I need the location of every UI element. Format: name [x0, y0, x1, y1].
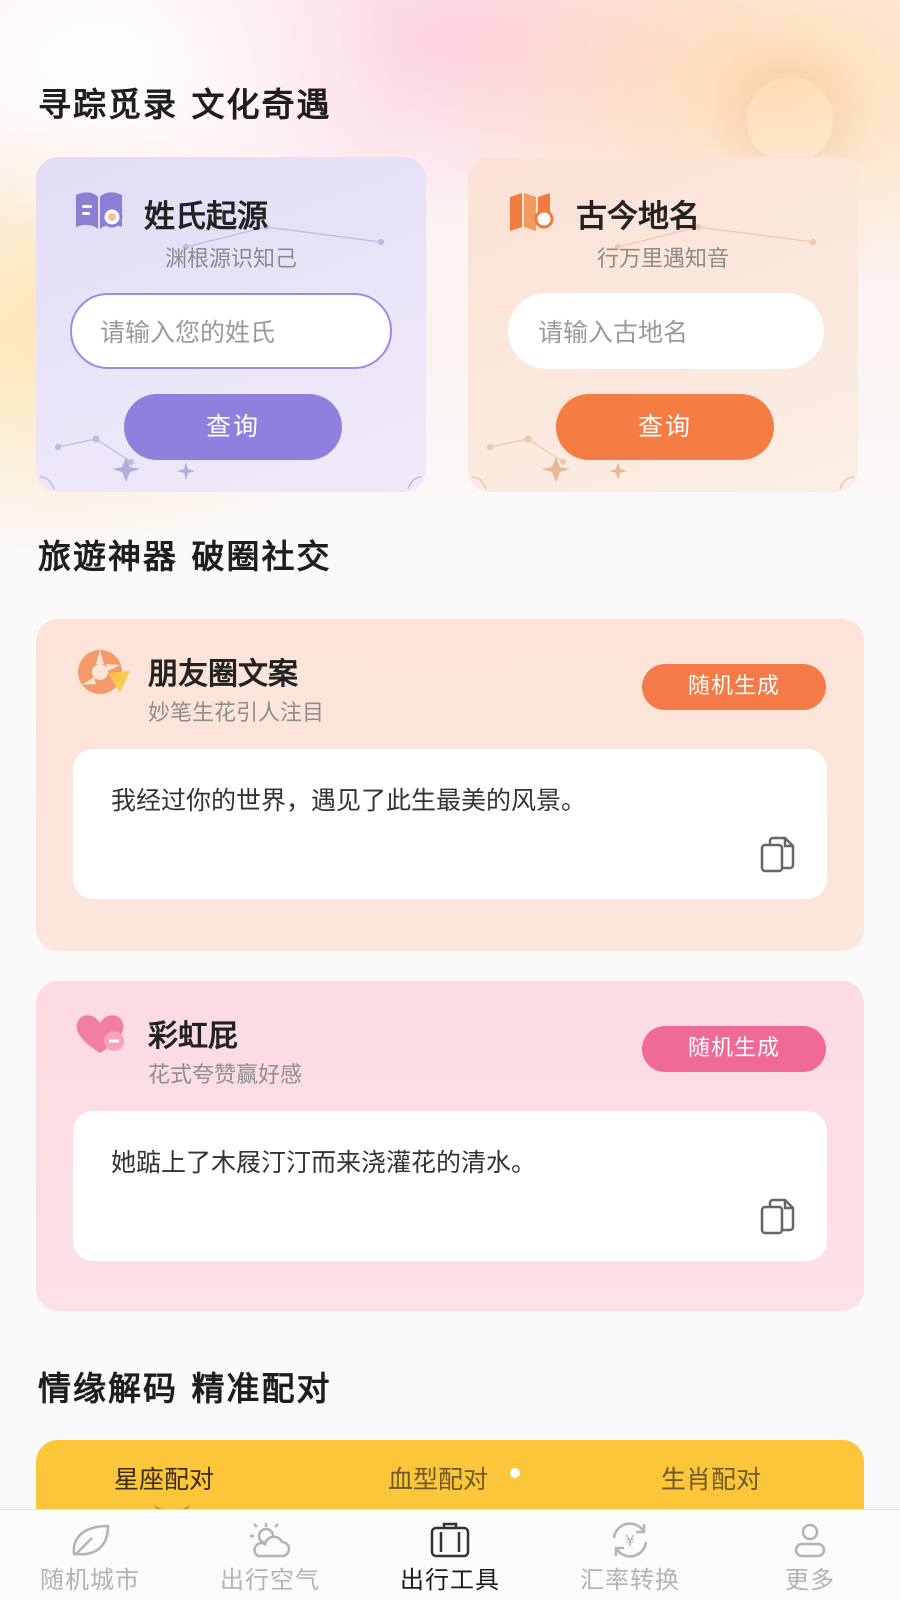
nav-label: 汇率转换	[580, 1566, 680, 1594]
place-card-subtitle: 行万里遇知音	[596, 247, 729, 272]
moments-text-box: 我经过你的世界，遇见了此生最美的风景。	[73, 749, 827, 899]
user-icon	[794, 1523, 826, 1558]
place-name-input[interactable]: 请输入古地名	[508, 293, 824, 369]
nav-exchange-rate[interactable]: ¥ 汇率转换	[540, 1510, 720, 1600]
heart-icon	[76, 1015, 124, 1053]
svg-text:¥: ¥	[625, 1532, 635, 1550]
nav-travel-tools[interactable]: 出行工具	[360, 1510, 540, 1600]
nav-label: 出行空气	[220, 1566, 320, 1594]
place-name-card: 古今地名 行万里遇知音 请输入古地名 查询	[468, 157, 858, 492]
culture-section-title: 寻踪觅录 文化奇遇	[38, 85, 332, 124]
tab-chinese-zodiac-match[interactable]: 生肖配对	[661, 1460, 761, 1496]
moments-copy-card: 朋友圈文案 妙笔生花引人注目 随机生成 我经过你的世界，遇见了此生最美的风景。	[36, 619, 864, 951]
compliment-text: 她踮上了木屐汀汀而来浇灌花的清水。	[111, 1148, 537, 1177]
map-search-icon	[510, 193, 554, 231]
bottom-navigation: 随机城市 出行空气 出行工具 ¥ 汇率转换 更多	[0, 1509, 900, 1600]
suitcase-icon	[430, 1522, 470, 1558]
surname-query-button[interactable]: 查询	[124, 394, 342, 460]
compliment-generate-button[interactable]: 随机生成	[642, 1026, 826, 1072]
leaf-icon	[72, 1524, 110, 1556]
surname-card-subtitle: 渊根源识知己	[164, 247, 297, 272]
weather-icon	[250, 1523, 291, 1558]
copy-icon[interactable]	[757, 1197, 797, 1237]
social-section-title: 旅遊神器 破圈社交	[38, 537, 332, 576]
moments-card-subtitle: 妙笔生花引人注目	[148, 701, 325, 726]
tab-blood-type-match[interactable]: 血型配对	[388, 1460, 488, 1496]
surname-origin-card: 姓氏起源 渊根源识知己 请输入您的姓氏 查询	[36, 157, 426, 492]
place-query-button[interactable]: 查询	[556, 394, 774, 460]
match-tabs: 星座配对 血型配对 生肖配对	[36, 1440, 864, 1520]
match-section-title: 情缘解码 精准配对	[38, 1369, 332, 1408]
tab-zodiac-match[interactable]: 星座配对	[114, 1460, 214, 1496]
copy-icon[interactable]	[757, 835, 797, 875]
nav-label: 随机城市	[40, 1566, 140, 1594]
moments-generate-button[interactable]: 随机生成	[642, 664, 826, 710]
page-dot	[510, 1468, 520, 1478]
nav-more[interactable]: 更多	[720, 1510, 900, 1600]
nav-label: 出行工具	[400, 1566, 500, 1594]
surname-card-title: 姓氏起源	[144, 199, 268, 235]
surname-input[interactable]: 请输入您的姓氏	[70, 293, 392, 369]
compliment-card-subtitle: 花式夸赞赢好感	[148, 1063, 303, 1088]
book-search-icon	[76, 192, 123, 229]
nav-travel-air[interactable]: 出行空气	[180, 1510, 360, 1600]
compliment-text-box: 她踮上了木屐汀汀而来浇灌花的清水。	[73, 1111, 827, 1261]
compliment-card-title: 彩虹屁	[148, 1019, 238, 1054]
place-card-title: 古今地名	[576, 199, 700, 235]
compliment-card: 彩虹屁 花式夸赞赢好感 随机生成 她踮上了木屐汀汀而来浇灌花的清水。	[36, 981, 864, 1311]
nav-label: 更多	[785, 1566, 835, 1594]
moments-card-title: 朋友圈文案	[148, 657, 298, 692]
moments-text: 我经过你的世界，遇见了此生最美的风景。	[111, 786, 587, 815]
currency-exchange-icon: ¥	[612, 1522, 648, 1558]
nav-random-city[interactable]: 随机城市	[0, 1510, 180, 1600]
camera-aperture-icon	[78, 650, 130, 694]
